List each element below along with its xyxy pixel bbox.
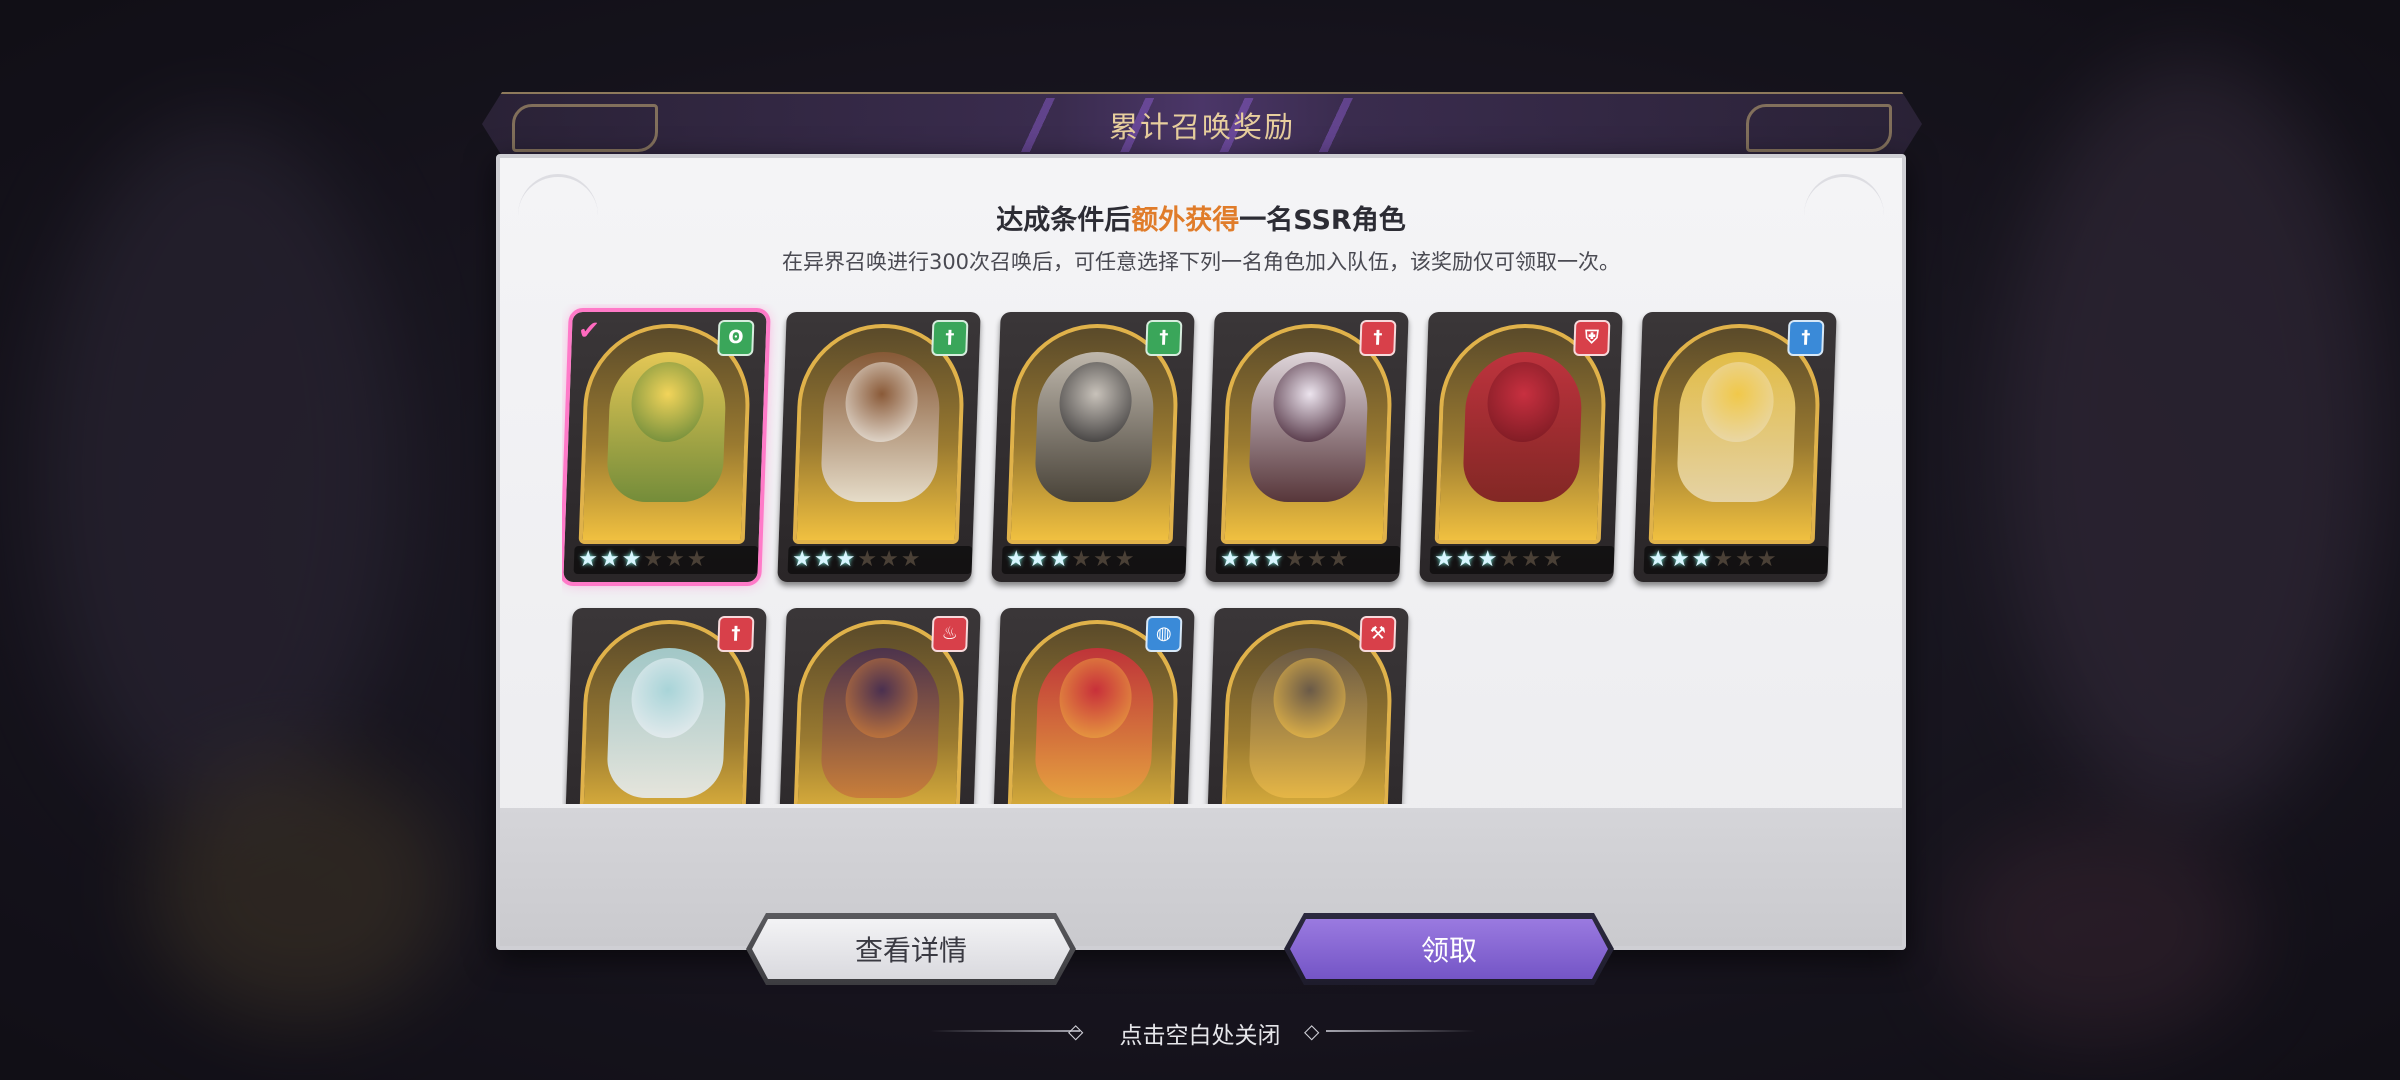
sword-icon: †	[717, 616, 755, 652]
selected-check-icon: ✔	[577, 316, 601, 346]
star-icon: ★	[1433, 547, 1457, 572]
character-card[interactable]: ⛨ ★★★★★★	[1419, 312, 1623, 582]
character-card[interactable]: †★★★★★★	[563, 608, 767, 804]
close-hint[interactable]: 点击空白处关闭	[0, 1016, 2400, 1050]
character-card[interactable]: †★★★★★★	[1633, 312, 1837, 582]
star-icon: ★	[900, 547, 923, 572]
axe-icon: ⚒	[1359, 616, 1397, 652]
star-icon: ★	[791, 547, 815, 572]
star-icon: ★	[1691, 547, 1714, 572]
star-icon: ★	[1027, 547, 1050, 572]
summon-reward-dialog: 累计召唤奖励 达成条件后额外获得一名SSR角色 在异界召唤进行300次召唤后，可…	[482, 92, 1922, 962]
subtitle-highlight: 额外获得	[1131, 205, 1240, 236]
star-icon: ★	[1756, 547, 1779, 572]
subtitle-pre: 达成条件后	[996, 205, 1132, 236]
star-icon: ★	[621, 547, 644, 572]
character-card[interactable]: ♨★★★★★★	[777, 608, 981, 804]
star-icon: ★	[1669, 547, 1692, 572]
star-icon: ★	[1712, 547, 1736, 572]
star-icon: ★	[1542, 547, 1565, 572]
sword-icon: †	[1359, 320, 1397, 356]
star-icon: ★	[1049, 547, 1072, 572]
claim-button[interactable]: 领取	[1284, 913, 1614, 985]
wind-icon: ʘ	[717, 320, 755, 356]
star-icon: ★	[1070, 547, 1094, 572]
star-rating: ★★★★★★	[1429, 546, 1615, 574]
hint-diamond-right-icon: ◇	[1304, 1019, 1320, 1043]
star-icon: ★	[642, 547, 666, 572]
star-icon: ★	[1241, 547, 1264, 572]
dialog-footer	[500, 808, 1902, 946]
character-card[interactable]: †★★★★★★	[1205, 312, 1409, 582]
character-card[interactable]: ʘ ★★★★★★ ✔	[562, 308, 771, 586]
star-icon: ★	[686, 547, 709, 572]
hint-line-right	[1326, 1030, 1476, 1032]
dialog-title: 累计召唤奖励	[1108, 110, 1295, 144]
water-icon: ◍	[1145, 616, 1183, 652]
star-icon: ★	[813, 547, 836, 572]
star-icon: ★	[1455, 547, 1478, 572]
reward-subtitle: 达成条件后额外获得一名SSR角色	[500, 198, 1902, 237]
star-icon: ★	[599, 547, 622, 572]
star-icon: ★	[1263, 547, 1286, 572]
star-rating: ★★★★★★	[787, 546, 973, 574]
dialog-panel: 达成条件后额外获得一名SSR角色 在异界召唤进行300次召唤后，可任意选择下列一…	[496, 154, 1906, 950]
shield-icon: ⛨	[1573, 320, 1611, 356]
star-icon: ★	[1284, 547, 1308, 572]
star-icon: ★	[1219, 547, 1243, 572]
star-icon: ★	[1114, 547, 1137, 572]
view-details-button[interactable]: 查看详情	[746, 913, 1076, 985]
star-icon: ★	[1520, 547, 1544, 572]
star-rating: ★★★★★★	[1001, 546, 1187, 574]
fire-icon: ♨	[931, 616, 969, 652]
star-icon: ★	[1306, 547, 1330, 572]
sword-icon: †	[1145, 320, 1183, 356]
subtitle-post: 一名SSR角色	[1239, 205, 1406, 236]
character-card-grid: ʘ ★★★★★★ ✔ † ★★★★★★ † ★★★★★★ † ★★★★★★ ⛨ ★★★★★★ † ★★★…	[562, 304, 1862, 804]
sword-icon: †	[931, 320, 969, 356]
star-icon: ★	[1498, 547, 1522, 572]
reward-description: 在异界召唤进行300次召唤后，可任意选择下列一名角色加入队伍，该奖励仅可领取一次…	[781, 250, 1621, 274]
star-rating: ★★★★★★	[1215, 546, 1401, 574]
star-icon: ★	[664, 547, 688, 572]
star-icon: ★	[1092, 547, 1116, 572]
star-icon: ★	[878, 547, 902, 572]
star-rating: ★★★★★★	[573, 546, 759, 574]
star-icon: ★	[1647, 547, 1671, 572]
claim-label: 领取	[1420, 934, 1477, 967]
star-icon: ★	[856, 547, 880, 572]
star-rating: ★★★★★★	[1643, 546, 1829, 574]
star-icon: ★	[1005, 547, 1029, 572]
star-icon: ★	[835, 547, 858, 572]
star-icon: ★	[1328, 547, 1351, 572]
character-card[interactable]: †★★★★★★	[991, 312, 1195, 582]
star-icon: ★	[1734, 547, 1758, 572]
star-icon: ★	[1477, 547, 1500, 572]
sword-icon: †	[1787, 320, 1825, 356]
character-card[interactable]: ◍★★★★★★	[991, 608, 1195, 804]
dialog-title-bar: 累计召唤奖励	[482, 92, 1922, 156]
view-details-label: 查看详情	[854, 934, 967, 967]
star-icon: ★	[577, 547, 601, 572]
character-card[interactable]: ⚒★★★★★★	[1205, 608, 1409, 804]
character-card[interactable]: †★★★★★★	[777, 312, 981, 582]
